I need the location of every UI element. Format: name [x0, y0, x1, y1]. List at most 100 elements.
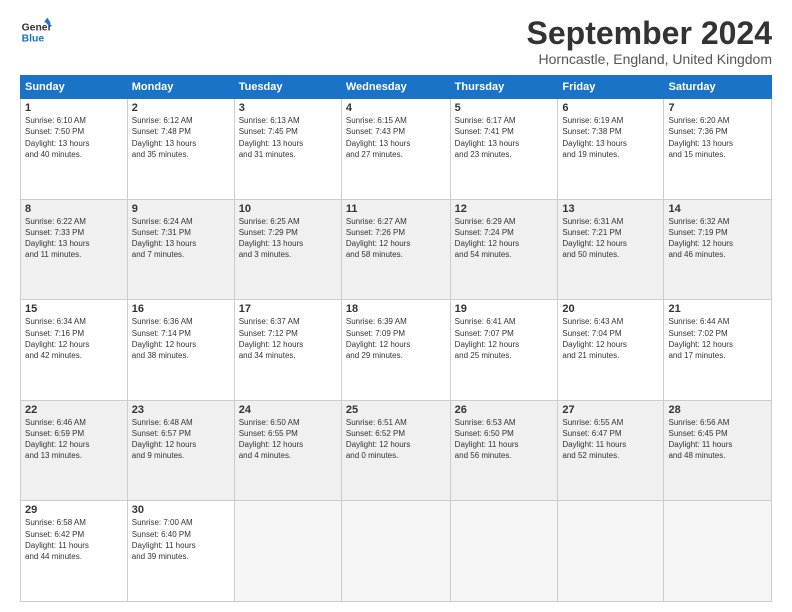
calendar-cell: 22Sunrise: 6:46 AM Sunset: 6:59 PM Dayli…	[21, 400, 128, 501]
calendar-cell: 2Sunrise: 6:12 AM Sunset: 7:48 PM Daylig…	[127, 99, 234, 200]
calendar-cell	[450, 501, 558, 602]
weekday-header-saturday: Saturday	[664, 76, 772, 99]
day-number: 12	[455, 203, 554, 215]
day-info: Sunrise: 6:53 AM Sunset: 6:50 PM Dayligh…	[455, 417, 554, 462]
day-number: 23	[132, 404, 230, 416]
day-number: 24	[239, 404, 337, 416]
calendar-week-row: 1Sunrise: 6:10 AM Sunset: 7:50 PM Daylig…	[21, 99, 772, 200]
calendar-cell: 13Sunrise: 6:31 AM Sunset: 7:21 PM Dayli…	[558, 199, 664, 300]
calendar-week-row: 8Sunrise: 6:22 AM Sunset: 7:33 PM Daylig…	[21, 199, 772, 300]
day-info: Sunrise: 6:13 AM Sunset: 7:45 PM Dayligh…	[239, 115, 337, 160]
day-info: Sunrise: 6:22 AM Sunset: 7:33 PM Dayligh…	[25, 216, 123, 261]
weekday-header-tuesday: Tuesday	[234, 76, 341, 99]
location-subtitle: Horncastle, England, United Kingdom	[527, 51, 772, 67]
calendar-cell: 18Sunrise: 6:39 AM Sunset: 7:09 PM Dayli…	[341, 300, 450, 401]
day-info: Sunrise: 6:39 AM Sunset: 7:09 PM Dayligh…	[346, 316, 446, 361]
day-info: Sunrise: 6:12 AM Sunset: 7:48 PM Dayligh…	[132, 115, 230, 160]
day-number: 13	[562, 203, 659, 215]
calendar-cell: 15Sunrise: 6:34 AM Sunset: 7:16 PM Dayli…	[21, 300, 128, 401]
day-number: 10	[239, 203, 337, 215]
weekday-header-sunday: Sunday	[21, 76, 128, 99]
day-info: Sunrise: 6:58 AM Sunset: 6:42 PM Dayligh…	[25, 517, 123, 562]
day-number: 28	[668, 404, 767, 416]
weekday-header-wednesday: Wednesday	[341, 76, 450, 99]
calendar-cell: 23Sunrise: 6:48 AM Sunset: 6:57 PM Dayli…	[127, 400, 234, 501]
day-info: Sunrise: 6:15 AM Sunset: 7:43 PM Dayligh…	[346, 115, 446, 160]
day-info: Sunrise: 6:48 AM Sunset: 6:57 PM Dayligh…	[132, 417, 230, 462]
calendar-cell: 19Sunrise: 6:41 AM Sunset: 7:07 PM Dayli…	[450, 300, 558, 401]
day-number: 30	[132, 504, 230, 516]
calendar-cell: 11Sunrise: 6:27 AM Sunset: 7:26 PM Dayli…	[341, 199, 450, 300]
month-title: September 2024	[527, 16, 772, 51]
day-number: 9	[132, 203, 230, 215]
calendar-cell: 27Sunrise: 6:55 AM Sunset: 6:47 PM Dayli…	[558, 400, 664, 501]
day-info: Sunrise: 6:10 AM Sunset: 7:50 PM Dayligh…	[25, 115, 123, 160]
logo: General Blue	[20, 16, 52, 48]
calendar-cell: 9Sunrise: 6:24 AM Sunset: 7:31 PM Daylig…	[127, 199, 234, 300]
day-info: Sunrise: 6:46 AM Sunset: 6:59 PM Dayligh…	[25, 417, 123, 462]
day-info: Sunrise: 6:51 AM Sunset: 6:52 PM Dayligh…	[346, 417, 446, 462]
calendar-cell: 12Sunrise: 6:29 AM Sunset: 7:24 PM Dayli…	[450, 199, 558, 300]
calendar-cell: 21Sunrise: 6:44 AM Sunset: 7:02 PM Dayli…	[664, 300, 772, 401]
header: General Blue September 2024 Horncastle, …	[20, 16, 772, 67]
calendar-cell	[234, 501, 341, 602]
weekday-header-row: SundayMondayTuesdayWednesdayThursdayFrid…	[21, 76, 772, 99]
calendar-cell	[341, 501, 450, 602]
calendar-cell: 28Sunrise: 6:56 AM Sunset: 6:45 PM Dayli…	[664, 400, 772, 501]
weekday-header-friday: Friday	[558, 76, 664, 99]
day-info: Sunrise: 6:32 AM Sunset: 7:19 PM Dayligh…	[668, 216, 767, 261]
page: General Blue September 2024 Horncastle, …	[0, 0, 792, 612]
calendar-cell: 25Sunrise: 6:51 AM Sunset: 6:52 PM Dayli…	[341, 400, 450, 501]
calendar-cell: 5Sunrise: 6:17 AM Sunset: 7:41 PM Daylig…	[450, 99, 558, 200]
weekday-header-monday: Monday	[127, 76, 234, 99]
day-number: 27	[562, 404, 659, 416]
day-number: 21	[668, 303, 767, 315]
day-number: 19	[455, 303, 554, 315]
day-number: 4	[346, 102, 446, 114]
day-number: 1	[25, 102, 123, 114]
day-info: Sunrise: 6:34 AM Sunset: 7:16 PM Dayligh…	[25, 316, 123, 361]
title-block: September 2024 Horncastle, England, Unit…	[527, 16, 772, 67]
day-number: 20	[562, 303, 659, 315]
calendar-cell: 4Sunrise: 6:15 AM Sunset: 7:43 PM Daylig…	[341, 99, 450, 200]
day-info: Sunrise: 6:31 AM Sunset: 7:21 PM Dayligh…	[562, 216, 659, 261]
day-number: 7	[668, 102, 767, 114]
day-info: Sunrise: 6:50 AM Sunset: 6:55 PM Dayligh…	[239, 417, 337, 462]
calendar-week-row: 22Sunrise: 6:46 AM Sunset: 6:59 PM Dayli…	[21, 400, 772, 501]
day-number: 29	[25, 504, 123, 516]
calendar-cell: 30Sunrise: 7:00 AM Sunset: 6:40 PM Dayli…	[127, 501, 234, 602]
day-number: 6	[562, 102, 659, 114]
day-info: Sunrise: 6:25 AM Sunset: 7:29 PM Dayligh…	[239, 216, 337, 261]
day-info: Sunrise: 6:20 AM Sunset: 7:36 PM Dayligh…	[668, 115, 767, 160]
calendar-table: SundayMondayTuesdayWednesdayThursdayFrid…	[20, 75, 772, 602]
day-number: 18	[346, 303, 446, 315]
day-info: Sunrise: 6:17 AM Sunset: 7:41 PM Dayligh…	[455, 115, 554, 160]
calendar-cell: 16Sunrise: 6:36 AM Sunset: 7:14 PM Dayli…	[127, 300, 234, 401]
calendar-week-row: 15Sunrise: 6:34 AM Sunset: 7:16 PM Dayli…	[21, 300, 772, 401]
day-info: Sunrise: 6:24 AM Sunset: 7:31 PM Dayligh…	[132, 216, 230, 261]
day-info: Sunrise: 6:19 AM Sunset: 7:38 PM Dayligh…	[562, 115, 659, 160]
calendar-cell: 3Sunrise: 6:13 AM Sunset: 7:45 PM Daylig…	[234, 99, 341, 200]
calendar-cell	[558, 501, 664, 602]
day-info: Sunrise: 6:44 AM Sunset: 7:02 PM Dayligh…	[668, 316, 767, 361]
weekday-header-thursday: Thursday	[450, 76, 558, 99]
day-info: Sunrise: 7:00 AM Sunset: 6:40 PM Dayligh…	[132, 517, 230, 562]
day-info: Sunrise: 6:41 AM Sunset: 7:07 PM Dayligh…	[455, 316, 554, 361]
day-info: Sunrise: 6:27 AM Sunset: 7:26 PM Dayligh…	[346, 216, 446, 261]
calendar-cell: 17Sunrise: 6:37 AM Sunset: 7:12 PM Dayli…	[234, 300, 341, 401]
day-number: 5	[455, 102, 554, 114]
calendar-cell: 26Sunrise: 6:53 AM Sunset: 6:50 PM Dayli…	[450, 400, 558, 501]
day-number: 8	[25, 203, 123, 215]
day-number: 14	[668, 203, 767, 215]
calendar-cell: 14Sunrise: 6:32 AM Sunset: 7:19 PM Dayli…	[664, 199, 772, 300]
svg-text:Blue: Blue	[22, 34, 45, 45]
day-number: 2	[132, 102, 230, 114]
day-number: 15	[25, 303, 123, 315]
day-number: 22	[25, 404, 123, 416]
day-info: Sunrise: 6:29 AM Sunset: 7:24 PM Dayligh…	[455, 216, 554, 261]
calendar-cell: 10Sunrise: 6:25 AM Sunset: 7:29 PM Dayli…	[234, 199, 341, 300]
logo-icon: General Blue	[20, 16, 52, 48]
day-number: 17	[239, 303, 337, 315]
calendar-cell: 8Sunrise: 6:22 AM Sunset: 7:33 PM Daylig…	[21, 199, 128, 300]
calendar-cell: 6Sunrise: 6:19 AM Sunset: 7:38 PM Daylig…	[558, 99, 664, 200]
